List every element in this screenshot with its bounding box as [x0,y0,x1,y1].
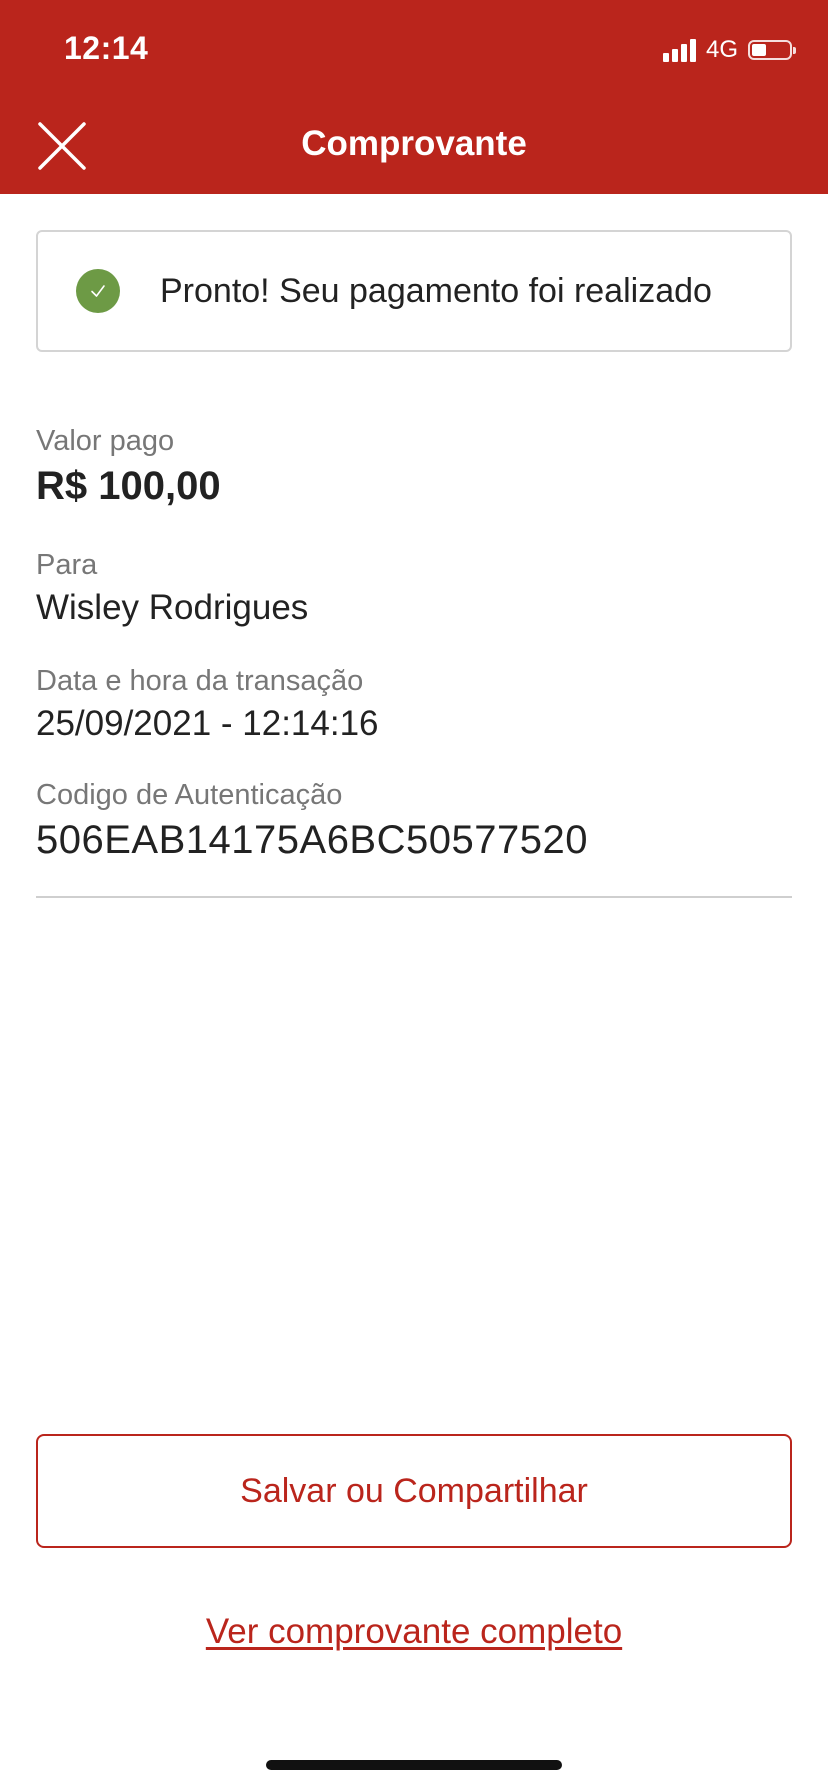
auth-code-value: 506EAB14175A6BC50577520 [36,818,588,862]
receipt-screen: 12:14 4G Comprovante Pronto! Seu pagamen… [0,0,828,1792]
success-banner: Pronto! Seu pagamento foi realizado [36,230,792,352]
page-title: Comprovante [301,124,527,163]
status-time: 12:14 [64,30,149,66]
check-circle-icon [76,269,120,313]
signal-icon [662,38,696,62]
success-message: Pronto! Seu pagamento foi realizado [160,271,712,310]
save-share-button[interactable]: Salvar ou Compartilhar [36,1434,792,1548]
amount-value: R$ 100,00 [36,464,221,508]
amount-label: Valor pago [36,425,175,457]
app-header: 12:14 4G Comprovante [0,0,828,194]
divider [36,896,792,898]
auth-code-label: Codigo de Autenticação [36,779,343,811]
datetime-field: Data e hora da transação 25/09/2021 - 12… [36,660,379,746]
datetime-label: Data e hora da transação [36,665,364,697]
battery-level [752,44,766,56]
datetime-value: 25/09/2021 - 12:14:16 [36,704,379,743]
full-receipt-link[interactable]: Ver comprovante completo [0,1612,828,1652]
network-type: 4G [705,36,738,63]
amount-field: Valor pago R$ 100,00 [36,420,221,510]
recipient-label: Para [36,549,98,581]
checkmark-icon [91,285,105,297]
status-indicators: 4G [662,36,796,64]
recipient-field: Para Wisley Rodrigues [36,544,308,630]
home-indicator [266,1760,562,1770]
recipient-value: Wisley Rodrigues [36,588,309,627]
battery-icon [748,40,796,60]
auth-code-field: Codigo de Autenticação 506EAB14175A6BC50… [36,774,588,864]
